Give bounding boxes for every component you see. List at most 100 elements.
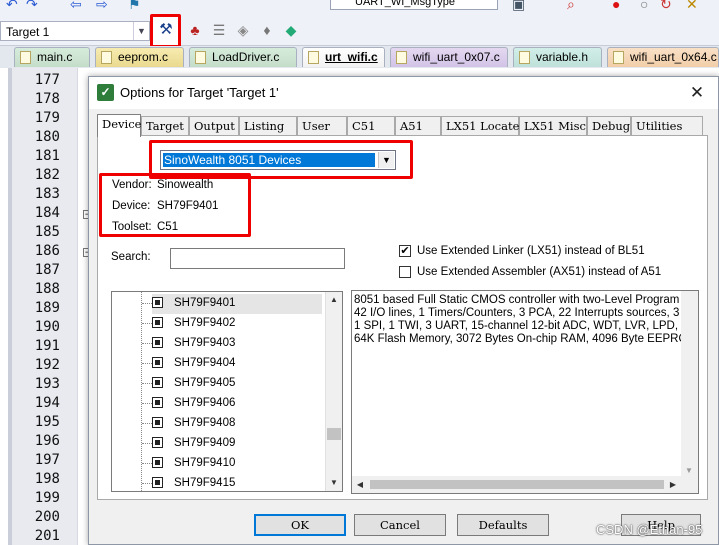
- line-number: 179: [34, 110, 60, 126]
- bookmark-icon[interactable]: ⚑: [128, 0, 141, 12]
- back-icon[interactable]: ⇦: [70, 0, 82, 12]
- tree-line: [142, 303, 152, 304]
- run-time-env-icon[interactable]: ◆: [282, 21, 300, 39]
- tools-icon[interactable]: ✕: [686, 0, 698, 12]
- scroll-up-icon[interactable]: ▲: [326, 292, 342, 308]
- line-number: 177: [34, 72, 60, 88]
- tab-device[interactable]: Device: [97, 114, 141, 137]
- device-list-item[interactable]: SH79F9402: [152, 314, 322, 334]
- find-combo[interactable]: UART_WI_MsgType: [330, 0, 498, 10]
- device-list-item[interactable]: SH79F9406: [152, 394, 322, 414]
- file-tab-loaddriver[interactable]: LoadDriver.c: [189, 47, 297, 67]
- device-tree-scrollbar[interactable]: ▲ ▼: [325, 292, 342, 491]
- chip-icon: [152, 417, 163, 428]
- close-icon[interactable]: ✕: [686, 82, 708, 104]
- device-list-item[interactable]: SH79F9410: [152, 454, 322, 474]
- device-description[interactable]: 8051 based Full Static CMOS controller w…: [351, 290, 699, 494]
- file-tab-eeprom[interactable]: eeprom.c: [95, 47, 184, 67]
- chip-icon: [152, 397, 163, 408]
- pack-installer-icon[interactable]: ◈: [234, 21, 252, 39]
- line-number: 195: [34, 414, 60, 430]
- dialog-titlebar[interactable]: ✓ Options for Target 'Target 1' ✕: [89, 77, 718, 109]
- line-number: 189: [34, 300, 60, 316]
- device-list-item[interactable]: SH79F9401: [152, 294, 322, 314]
- dialog-tabs: Device Target Output Listing User C51 A5…: [97, 114, 707, 137]
- search-input[interactable]: [170, 248, 345, 269]
- tree-line: [142, 323, 152, 324]
- select-software-icon[interactable]: ♦: [258, 21, 276, 39]
- ok-button[interactable]: OK: [254, 514, 346, 536]
- reset-icon[interactable]: ↻: [660, 0, 672, 12]
- line-number: 201: [34, 528, 60, 544]
- line-number: 188: [34, 281, 60, 297]
- tab-lx51-locate[interactable]: LX51 Locate: [441, 116, 519, 136]
- tab-a51[interactable]: A51: [395, 116, 441, 136]
- line-number: 181: [34, 148, 60, 164]
- file-tab-label: eeprom.c: [118, 50, 169, 64]
- device-list-item[interactable]: SH79F9409: [152, 434, 322, 454]
- device-list-item[interactable]: SH79F9404: [152, 354, 322, 374]
- redo-icon[interactable]: ↷: [26, 0, 38, 12]
- h-file-icon: [519, 51, 530, 64]
- description-hscrollbar[interactable]: ◀ ▶: [352, 476, 698, 493]
- file-extensions-icon[interactable]: ☰: [210, 21, 228, 39]
- target-select[interactable]: Target 1 ▼: [0, 21, 150, 41]
- use-ax51-checkbox[interactable]: [399, 266, 411, 278]
- tab-output[interactable]: Output: [189, 116, 239, 136]
- options-for-target-button[interactable]: ⚒: [150, 14, 181, 48]
- scroll-thumb[interactable]: [370, 480, 664, 489]
- ide-toolbar: ↶ ↷ ⇦ ⇨ ⚑ UART_WI_MsgType ▣ ⌕ ● ○ ↻ ✕ Ta…: [0, 0, 719, 48]
- cancel-button[interactable]: Cancel: [354, 514, 446, 536]
- circle-icon[interactable]: ○: [640, 0, 648, 12]
- device-list-item[interactable]: SH79F9403: [152, 334, 322, 354]
- line-number: 194: [34, 395, 60, 411]
- line-number: 185: [34, 224, 60, 240]
- device-list-item[interactable]: SH79F9415: [152, 474, 322, 491]
- tree-line: [142, 443, 152, 444]
- chip-icon: [152, 477, 163, 488]
- chip-icon: [152, 297, 163, 308]
- manage-components-icon[interactable]: ♣: [186, 21, 204, 39]
- tab-debug[interactable]: Debug: [587, 116, 631, 136]
- tab-listing[interactable]: Listing: [239, 116, 297, 136]
- undo-icon[interactable]: ↶: [6, 0, 18, 12]
- search-tool-icon[interactable]: ⌕: [567, 0, 575, 12]
- find-icon[interactable]: ▣: [512, 0, 525, 12]
- tab-lx51-misc[interactable]: LX51 Misc: [519, 116, 587, 136]
- scroll-thumb[interactable]: [327, 428, 341, 440]
- scroll-right-icon[interactable]: ▶: [665, 476, 681, 493]
- line-number: 182: [34, 167, 60, 183]
- file-tab-main[interactable]: main.c: [14, 47, 90, 67]
- tab-c51[interactable]: C51: [347, 116, 395, 136]
- file-tab-urt-wifi[interactable]: urt_wifi.c: [302, 47, 385, 67]
- file-tab-wifi-uart-0x64[interactable]: wifi_uart_0x64.c: [607, 47, 719, 67]
- tree-line: [141, 292, 142, 491]
- device-name: SH79F9405: [174, 377, 236, 389]
- device-list-item[interactable]: SH79F9408: [152, 414, 322, 434]
- line-number: 178: [34, 91, 60, 107]
- file-tab-variable[interactable]: variable.h: [513, 47, 602, 67]
- tab-target[interactable]: Target: [141, 116, 189, 136]
- scroll-down-icon[interactable]: ▼: [681, 466, 697, 475]
- line-number: 193: [34, 376, 60, 392]
- device-tree[interactable]: SH79F9401 SH79F9402 SH79F9403 SH79F9404 SH79…: [111, 291, 343, 492]
- chip-icon: [152, 337, 163, 348]
- line-number: 183: [34, 186, 60, 202]
- device-name: SH79F9408: [174, 417, 236, 429]
- tab-utilities[interactable]: Utilities: [631, 116, 703, 136]
- use-lx51-checkbox[interactable]: ✔: [399, 245, 411, 257]
- options-dialog: ✓ Options for Target 'Target 1' ✕ Device…: [88, 76, 719, 545]
- scroll-left-icon[interactable]: ◀: [352, 476, 368, 493]
- toolbar-top-strip: ↶ ↷ ⇦ ⇨ ⚑ UART_WI_MsgType ▣ ⌕ ● ○ ↻ ✕: [0, 0, 719, 12]
- tab-user[interactable]: User: [297, 116, 347, 136]
- stop-icon[interactable]: ●: [612, 0, 620, 12]
- device-name: SH79F9402: [174, 317, 236, 329]
- device-name: SH79F9410: [174, 457, 236, 469]
- file-tab-wifi-uart-0x07[interactable]: wifi_uart_0x07.c: [390, 47, 508, 67]
- description-vscrollbar[interactable]: ▼: [681, 291, 698, 477]
- device-list-item[interactable]: SH79F9405: [152, 374, 322, 394]
- chevron-down-icon[interactable]: ▼: [133, 22, 149, 40]
- forward-icon[interactable]: ⇨: [96, 0, 108, 12]
- defaults-button[interactable]: Defaults: [457, 514, 549, 536]
- scroll-down-icon[interactable]: ▼: [326, 475, 342, 491]
